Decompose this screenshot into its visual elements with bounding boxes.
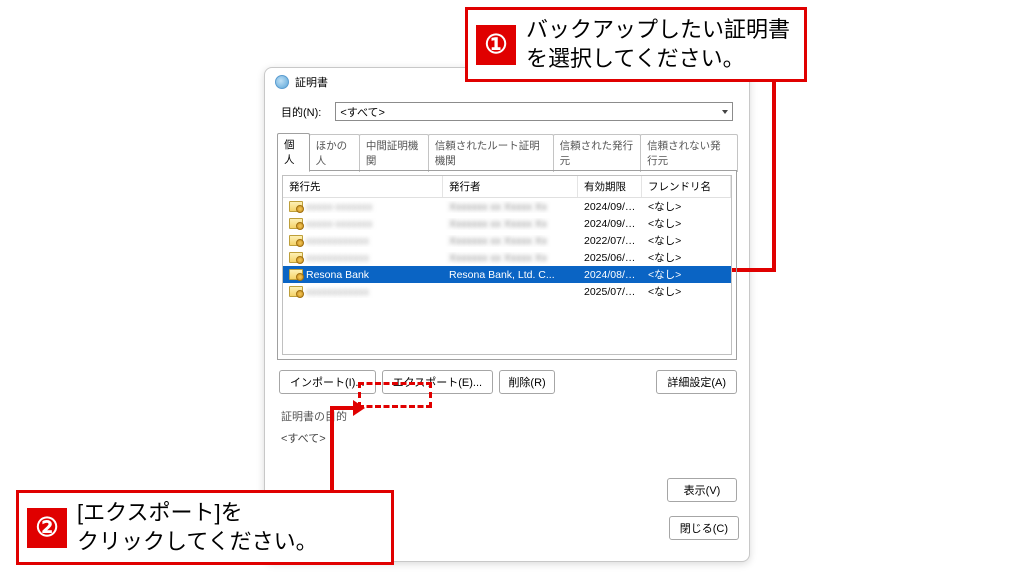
tab-bar: 個人 ほかの人 中間証明機関 信頼されたルート証明機関 信頼された発行元 信頼さ…	[277, 133, 737, 171]
list-item[interactable]: xxxxx-xxxxxxx Xxxxxxx xx Xxxxx Xx 2024/0…	[283, 198, 731, 215]
tab-personal[interactable]: 個人	[277, 133, 310, 171]
arrow-line	[330, 408, 334, 494]
cell-issued-by: Xxxxxxx xx Xxxxx Xx	[449, 252, 547, 264]
list-item[interactable]: xxxxxxxxxxxx 2025/07/24 <なし>	[283, 283, 731, 300]
advanced-button[interactable]: 詳細設定(A)	[656, 370, 737, 394]
purpose-select[interactable]: <すべて>	[335, 102, 733, 121]
certificate-globe-icon	[275, 75, 289, 89]
callout-step-2: ② [エクスポート]を クリックしてください。	[16, 490, 394, 565]
tab-trusted-pub[interactable]: 信頼された発行元	[553, 134, 642, 172]
cell-issued-by: Xxxxxxx xx Xxxxx Xx	[449, 218, 547, 230]
tab-trusted-root[interactable]: 信頼されたルート証明機関	[428, 134, 554, 172]
cell-issued-by: Xxxxxxx xx Xxxxx Xx	[449, 235, 547, 247]
cell-friendly: <なし>	[642, 284, 731, 299]
cell-expires: 2022/07/19	[578, 235, 642, 247]
purpose-label: 目的(N):	[281, 104, 321, 120]
delete-button[interactable]: 削除(R)	[499, 370, 555, 394]
purpose-section-value: <すべて>	[277, 428, 737, 478]
button-row: インポート(I)... エクスポート(E)... 削除(R) 詳細設定(A)	[277, 360, 737, 398]
cell-issued-to: xxxxxxxxxxxx	[306, 235, 369, 247]
chevron-down-icon	[722, 110, 728, 114]
cell-friendly: <なし>	[642, 233, 731, 248]
cell-issued-by: Xxxxxxx xx Xxxxx Xx	[449, 201, 547, 213]
tab-others[interactable]: ほかの人	[309, 134, 360, 172]
tab-panel: 発行先 発行者 有効期限 フレンドリ名 xxxxx-xxxxxxx Xxxxxx…	[277, 170, 737, 360]
cell-friendly: <なし>	[642, 267, 731, 282]
arrow-right-icon	[353, 400, 365, 416]
arrow-line	[772, 78, 776, 272]
tab-intermediate[interactable]: 中間証明機関	[359, 134, 429, 172]
col-expires[interactable]: 有効期限	[578, 176, 642, 197]
purpose-row: 目的(N): <すべて>	[277, 100, 737, 129]
step-number-badge: ①	[476, 25, 516, 65]
cell-issued-by: Resona Bank, Ltd. C...	[443, 269, 578, 281]
callout-text: [エクスポート]を クリックしてください。	[77, 499, 377, 556]
cell-expires: 2024/09/17	[578, 201, 642, 213]
list-item[interactable]: xxxxxxxxxxxx Xxxxxxx xx Xxxxx Xx 2022/07…	[283, 232, 731, 249]
certificate-icon	[289, 269, 303, 280]
cell-expires: 2024/08/10	[578, 269, 642, 281]
certificates-dialog: 証明書 目的(N): <すべて> 個人 ほかの人 中間証明機関 信頼されたルート…	[264, 67, 750, 562]
certificate-purpose-section: 証明書の目的 <すべて> 表示(V)	[277, 408, 737, 502]
callout-text: バックアップしたい証明書 を選択してください。	[526, 16, 790, 73]
col-friendly[interactable]: フレンドリ名	[642, 176, 731, 197]
cell-issued-to: xxxxxxxxxxxx	[306, 286, 369, 298]
col-issued-by[interactable]: 発行者	[443, 176, 578, 197]
show-button[interactable]: 表示(V)	[667, 478, 737, 502]
certificate-icon	[289, 201, 303, 212]
cell-friendly: <なし>	[642, 216, 731, 231]
callout-step-1: ① バックアップしたい証明書 を選択してください。	[465, 7, 807, 82]
certificate-icon	[289, 252, 303, 263]
cell-issued-to: xxxxx-xxxxxxx	[306, 201, 373, 213]
purpose-value: <すべて>	[340, 104, 385, 120]
list-item[interactable]: xxxxx-xxxxxxx Xxxxxxx xx Xxxxx Xx 2024/0…	[283, 215, 731, 232]
cell-expires: 2025/06/18	[578, 252, 642, 264]
col-issued-to[interactable]: 発行先	[283, 176, 443, 197]
cell-issued-to: xxxxxxxxxxxx	[306, 252, 369, 264]
certificate-icon	[289, 218, 303, 229]
certificate-list[interactable]: 発行先 発行者 有効期限 フレンドリ名 xxxxx-xxxxxxx Xxxxxx…	[282, 175, 732, 355]
certificate-icon	[289, 235, 303, 246]
dialog-title: 証明書	[295, 74, 328, 90]
cell-issued-to: xxxxx-xxxxxxx	[306, 218, 373, 230]
cell-issued-to: Resona Bank	[306, 269, 369, 281]
list-item[interactable]: xxxxxxxxxxxx Xxxxxxx xx Xxxxx Xx 2025/06…	[283, 249, 731, 266]
cell-expires: 2024/09/17	[578, 218, 642, 230]
import-button[interactable]: インポート(I)...	[279, 370, 376, 394]
certificate-icon	[289, 286, 303, 297]
close-button[interactable]: 閉じる(C)	[669, 516, 739, 540]
tab-untrusted-pub[interactable]: 信頼されない発行元	[640, 134, 738, 172]
cell-expires: 2025/07/24	[578, 286, 642, 298]
step-number-badge: ②	[27, 508, 67, 548]
export-button[interactable]: エクスポート(E)...	[382, 370, 494, 394]
dialog-body: 目的(N): <すべて> 個人 ほかの人 中間証明機関 信頼されたルート証明機関…	[265, 96, 749, 510]
cell-friendly: <なし>	[642, 250, 731, 265]
purpose-section-label: 証明書の目的	[281, 408, 737, 424]
list-item-selected[interactable]: Resona Bank Resona Bank, Ltd. C... 2024/…	[283, 266, 731, 283]
list-header: 発行先 発行者 有効期限 フレンドリ名	[283, 176, 731, 198]
cell-friendly: <なし>	[642, 199, 731, 214]
